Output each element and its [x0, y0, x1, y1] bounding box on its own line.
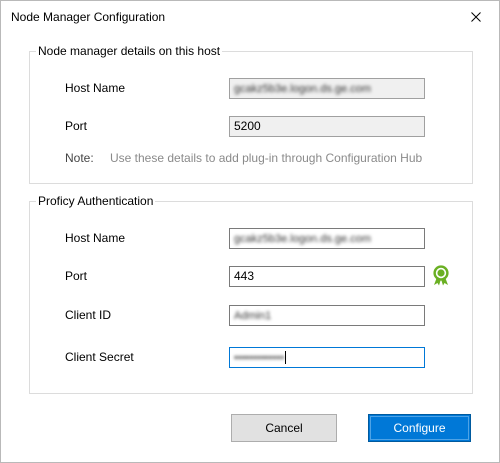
pa-host-name-label: Host Name [65, 231, 126, 245]
note-text: Use these details to add plug-in through… [110, 151, 423, 165]
nm-host-name-label: Host Name [65, 81, 126, 95]
client-id-field[interactable]: Admin1 [229, 305, 425, 326]
title-bar: Node Manager Configuration [1, 1, 499, 33]
close-button[interactable] [453, 1, 499, 32]
client-id-value: Admin1 [234, 310, 272, 322]
client-secret-field[interactable]: ••••••••••••• [229, 347, 425, 368]
pa-port-label: Port [65, 269, 88, 283]
configure-button-label: Configure [393, 421, 446, 435]
pa-port-field[interactable]: 443 [229, 266, 425, 287]
cancel-button[interactable]: Cancel [231, 414, 337, 442]
window-title: Node Manager Configuration [11, 10, 166, 24]
proficy-group-title: Proficy Authentication [36, 194, 156, 208]
client-secret-label: Client Secret [65, 350, 134, 364]
pa-port-value: 443 [234, 269, 255, 283]
node-manager-group-title: Node manager details on this host [36, 44, 223, 58]
pa-host-name-field[interactable]: gcakz5b3e.logon.ds.ge.com [229, 228, 425, 249]
nm-port-label: Port [65, 119, 88, 133]
client-id-label: Client ID [65, 308, 112, 322]
node-manager-configuration-dialog: Node Manager Configuration Node manager … [0, 0, 500, 463]
cancel-button-label: Cancel [265, 421, 303, 435]
configure-button[interactable]: Configure [368, 414, 471, 442]
note-label: Note: [65, 151, 94, 165]
pa-host-name-value: gcakz5b3e.logon.ds.ge.com [234, 233, 371, 245]
nm-host-name-field[interactable]: gcakz5b3e.logon.ds.ge.com [229, 78, 425, 99]
certificate-badge-icon [433, 265, 449, 286]
client-secret-value: ••••••••••••• [234, 352, 285, 364]
nm-port-value: 5200 [234, 119, 261, 133]
nm-port-field[interactable]: 5200 [229, 116, 425, 137]
close-icon [471, 11, 481, 22]
text-caret [285, 351, 287, 365]
nm-host-name-value: gcakz5b3e.logon.ds.ge.com [234, 83, 371, 95]
